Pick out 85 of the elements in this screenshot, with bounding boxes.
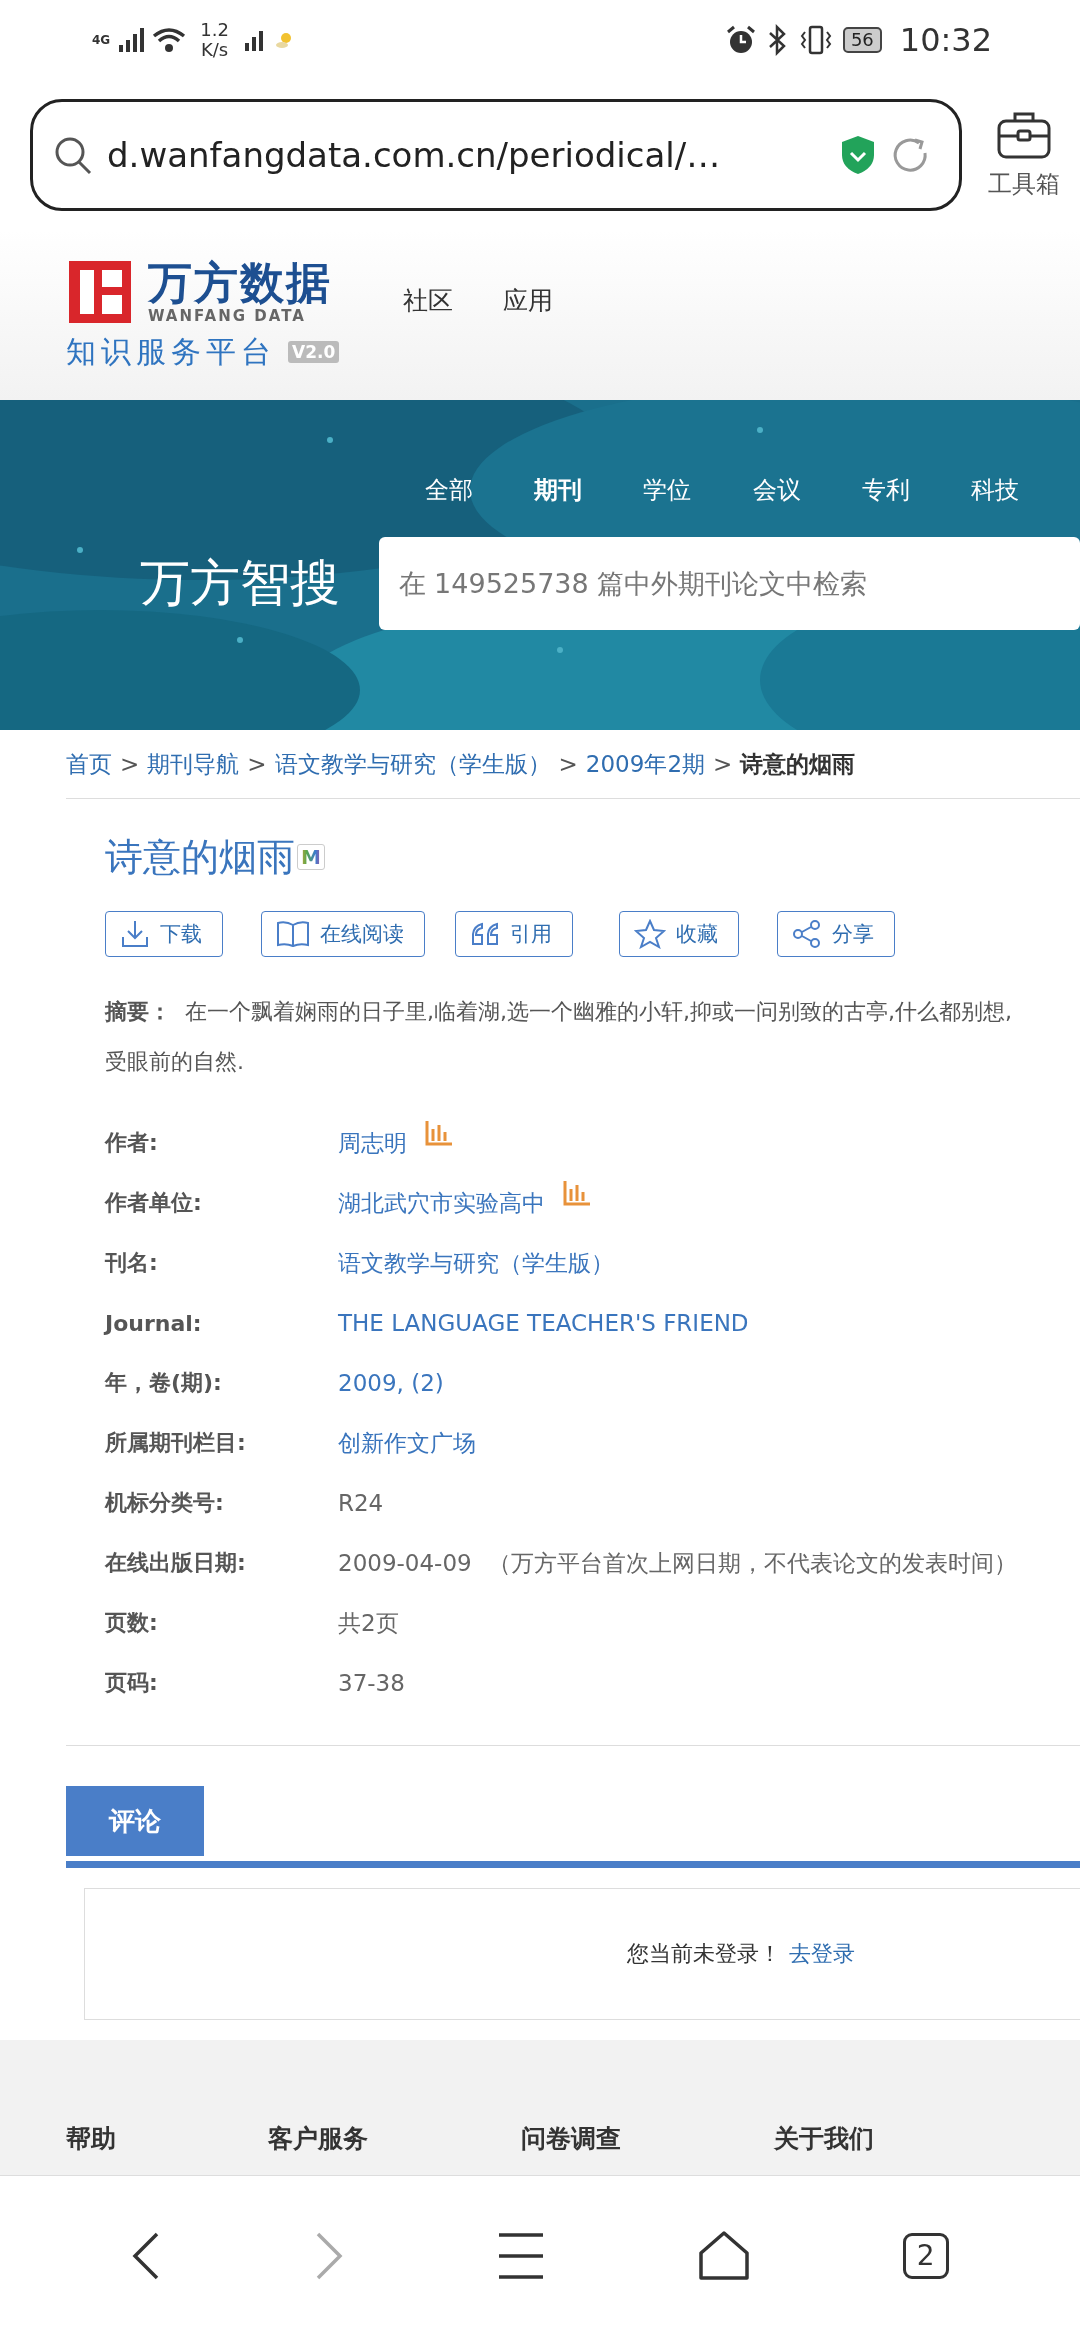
field-label: 页数: xyxy=(105,1609,159,1637)
field-label: 所属期刊栏目: xyxy=(105,1429,247,1457)
url-text: d.wanfangdata.com.cn/periodical/… xyxy=(107,135,722,175)
field-label: 作者: xyxy=(105,1129,159,1157)
footer-link[interactable]: 问卷调查 xyxy=(521,2122,774,2155)
action-button[interactable]: 分享 xyxy=(777,911,895,957)
search-tab[interactable]: 学位 xyxy=(643,470,753,510)
comments-tab[interactable]: 评论 xyxy=(66,1786,204,1856)
search-tab[interactable]: 期刊 xyxy=(534,470,644,510)
logo-text: 万方数据 xyxy=(148,258,332,307)
share-icon xyxy=(792,919,822,949)
address-bar[interactable]: d.wanfangdata.com.cn/periodical/… xyxy=(30,99,962,211)
field-link[interactable]: 创新作文广场 xyxy=(338,1427,476,1459)
field-value: R24 xyxy=(338,1490,384,1516)
search-icon xyxy=(53,135,93,175)
shield-icon xyxy=(841,135,875,175)
field-label: 机标分类号: xyxy=(105,1489,225,1517)
field-link[interactable]: 语文教学与研究（学生版） xyxy=(338,1247,614,1279)
field-label: 页码: xyxy=(105,1669,159,1697)
breadcrumb-link[interactable]: 首页 xyxy=(66,748,112,780)
book-icon xyxy=(276,920,310,948)
breadcrumb-link[interactable]: 期刊导航 xyxy=(147,748,240,780)
abstract-text: 受眼前的自然. xyxy=(105,1048,245,1076)
breadcrumb-current: 诗意的烟雨 xyxy=(740,749,856,779)
search-tab[interactable]: 全部 xyxy=(425,470,535,510)
field-link[interactable]: 湖北武穴市实验高中 xyxy=(338,1187,545,1219)
field-label: 在线出版日期: xyxy=(105,1549,247,1577)
nav-link[interactable]: 社区 xyxy=(403,283,454,317)
home-icon[interactable] xyxy=(697,2230,750,2281)
signal-icon xyxy=(118,27,145,53)
format-badge: M xyxy=(297,844,325,870)
breadcrumb-separator: > xyxy=(120,751,140,777)
footer-link[interactable]: 客户服务 xyxy=(268,2122,521,2155)
search-field[interactable]: 在 149525738 篇中外期刊论文中检索 xyxy=(378,537,1080,630)
tab-count[interactable]: 2 xyxy=(902,2232,949,2279)
field-value: 共2页 xyxy=(338,1608,399,1638)
search-tab[interactable]: 专利 xyxy=(861,470,971,510)
network-speed: 1.2 K/s xyxy=(200,20,229,60)
clock-time: 10:32 xyxy=(899,21,992,59)
field-link[interactable]: THE LANGUAGE TEACHER'S FRIEND xyxy=(338,1310,749,1336)
field-value: 2009-04-09 xyxy=(338,1550,472,1576)
breadcrumb-link[interactable]: 语文教学与研究（学生版） xyxy=(274,748,551,780)
nav-link[interactable]: 应用 xyxy=(503,283,554,317)
field-label: 年，卷(期): xyxy=(105,1369,223,1397)
breadcrumb-link[interactable]: 2009年2期 xyxy=(585,748,705,780)
logo-subtitle: WANFANG DATA xyxy=(148,306,307,325)
alarm-icon xyxy=(724,24,757,56)
toolbox-button[interactable]: 工具箱 xyxy=(988,110,1060,200)
field-note: （万方平台首次上网日期，不代表论文的发表时间） xyxy=(487,1548,1017,1578)
breadcrumb-separator: > xyxy=(247,751,267,777)
quote-icon xyxy=(470,920,500,948)
menu-icon[interactable] xyxy=(497,2231,545,2280)
breadcrumb-separator: > xyxy=(713,751,733,777)
version-badge: V2.0 xyxy=(288,341,340,363)
download-icon xyxy=(120,919,150,949)
breadcrumb-separator: > xyxy=(558,751,578,777)
search-tab[interactable]: 科技 xyxy=(970,470,1080,510)
article-title: 诗意的烟雨 xyxy=(105,833,295,881)
login-link[interactable]: 去登录 xyxy=(789,1939,855,1969)
search-tab[interactable]: 会议 xyxy=(752,470,862,510)
field-link[interactable]: 周志明 xyxy=(338,1127,407,1159)
star-icon xyxy=(634,919,666,949)
footer-link[interactable]: 帮助 xyxy=(66,2122,268,2155)
field-label: 刊名: xyxy=(105,1249,159,1277)
bar-chart-icon[interactable] xyxy=(563,1180,591,1206)
vibrate-icon xyxy=(798,24,833,56)
action-button[interactable]: 收藏 xyxy=(619,911,739,957)
forward-icon[interactable] xyxy=(314,2230,345,2281)
field-value: 37-38 xyxy=(338,1670,405,1696)
battery-level: 56 xyxy=(842,27,882,53)
toolbox-icon xyxy=(996,110,1052,160)
network-type: 4G xyxy=(92,34,111,46)
login-notice: 您当前未登录！ xyxy=(627,1940,781,1968)
field-link[interactable]: 2009, (2) xyxy=(338,1370,444,1396)
search-brand: 万方智搜 xyxy=(139,553,341,614)
abstract-text: 摘要： 在一个飘着娴雨的日子里,临着湖,选一个幽雅的小轩,抑或一问别致的古亭,什么都别想, xyxy=(105,998,1013,1026)
wifi-icon xyxy=(152,27,187,53)
footer-link[interactable]: 关于我们 xyxy=(774,2122,1027,2155)
action-button[interactable]: 在线阅读 xyxy=(261,911,425,957)
action-button[interactable]: 引用 xyxy=(455,911,573,957)
field-label: 作者单位: xyxy=(105,1189,203,1217)
action-button[interactable]: 下载 xyxy=(105,911,223,957)
bar-chart-icon[interactable] xyxy=(425,1120,453,1146)
logo-tagline: 知识服务平台 xyxy=(66,332,276,371)
field-label: Journal: xyxy=(105,1310,203,1336)
